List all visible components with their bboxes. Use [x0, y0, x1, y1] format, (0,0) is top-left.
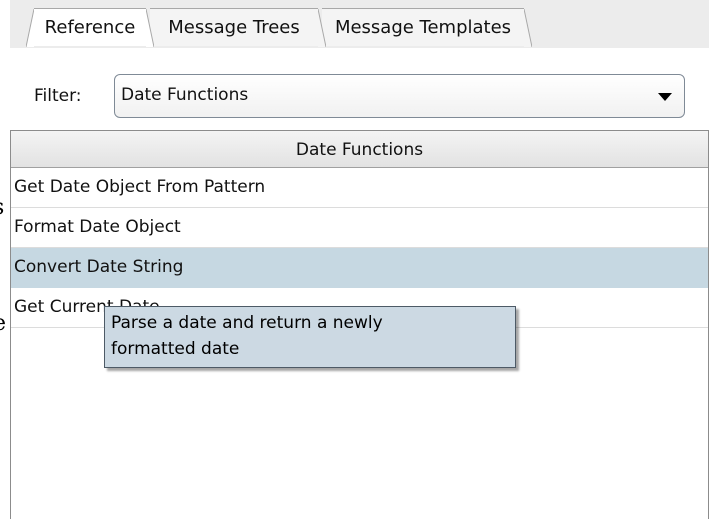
- tab-edge-right: [318, 9, 326, 47]
- tab-edge-left: [26, 9, 34, 47]
- column-header[interactable]: Date Functions: [11, 131, 708, 168]
- row-label: Convert Date String: [14, 257, 184, 277]
- table-row-selected[interactable]: Convert Date String: [11, 248, 708, 288]
- tab-message-templates-label: Message Templates: [334, 17, 512, 38]
- table-row[interactable]: Format Date Object: [11, 208, 708, 248]
- filter-dropdown[interactable]: Date Functions: [114, 74, 685, 118]
- filter-label: Filter:: [34, 86, 82, 106]
- tab-reference-label: Reference: [44, 17, 136, 38]
- tab-edge-right: [524, 9, 532, 47]
- tab-edge-right: [146, 9, 154, 47]
- chevron-down-icon[interactable]: [658, 93, 672, 101]
- column-header-label: Date Functions: [295, 140, 424, 160]
- tab-message-trees-label: Message Trees: [168, 17, 300, 38]
- filter-selected-value: Date Functions: [121, 85, 249, 105]
- tab-message-trees[interactable]: Message Trees: [150, 8, 326, 47]
- tooltip-line: Parse a date and return a newly: [111, 313, 383, 333]
- tab-message-templates[interactable]: Message Templates: [322, 8, 532, 47]
- tab-strip: Reference Message Trees Message Template…: [10, 0, 709, 48]
- row-label: Format Date Object: [14, 217, 181, 237]
- row-label: Get Date Object From Pattern: [14, 177, 266, 197]
- tab-reference[interactable]: Reference: [26, 8, 154, 47]
- table-row[interactable]: Get Date Object From Pattern: [11, 168, 708, 208]
- reference-panel: , s e - Reference Message Trees Message …: [0, 0, 709, 519]
- tooltip: Parse a date and return a newly formatte…: [104, 306, 516, 368]
- tooltip-line: formatted date: [111, 339, 240, 359]
- clipped-left-edge: , s e -: [0, 0, 10, 519]
